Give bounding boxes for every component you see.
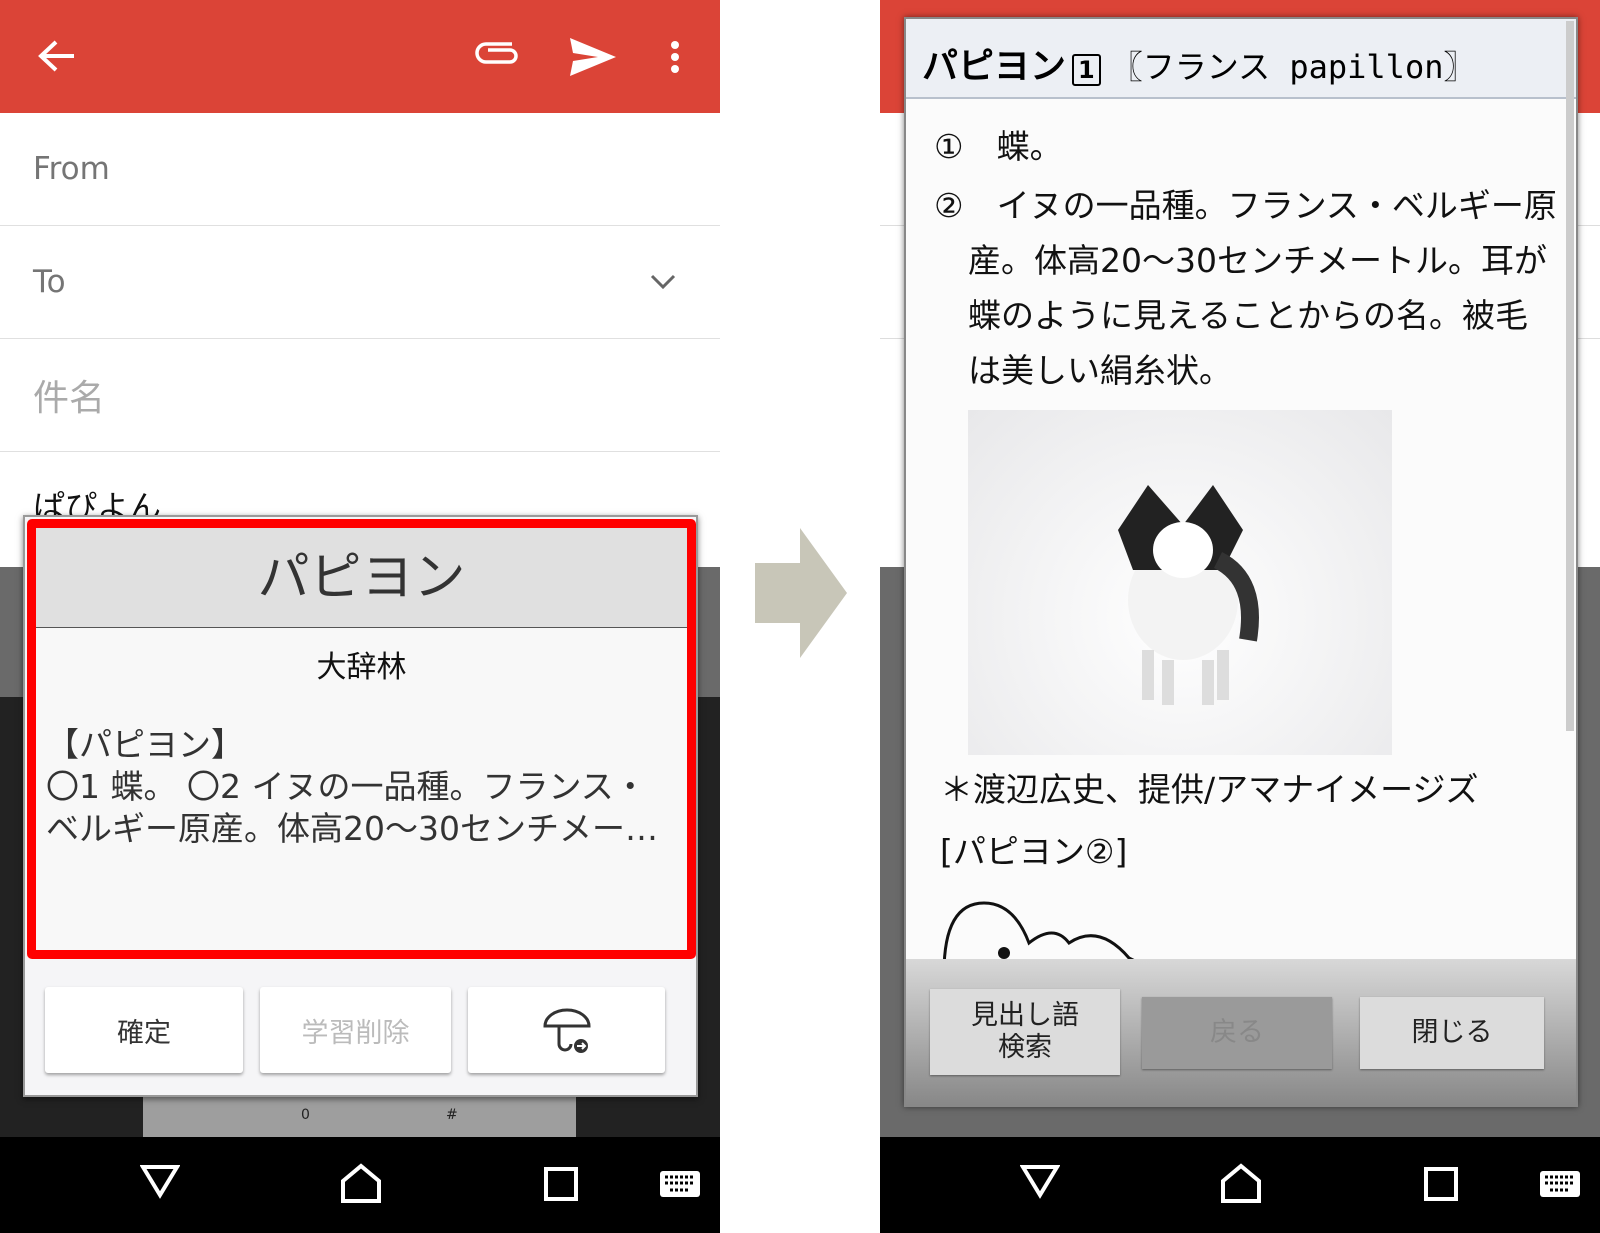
home-icon[interactable] — [1220, 1163, 1262, 1203]
subject-field[interactable]: 件名 — [0, 339, 720, 452]
delete-learning-button[interactable]: 学習削除 — [260, 987, 451, 1073]
illustration-caption: [パピヨン②] — [940, 832, 1128, 871]
dialog-footer: 見出し語検索 戻る 閉じる — [906, 959, 1576, 1105]
app-bar — [0, 0, 720, 113]
to-label: To — [33, 264, 66, 300]
dog-photo — [968, 410, 1392, 755]
definition: ① 蝶。 ② イヌの一品種。フランス・ベルギー原産。体高20〜30センチメートル… — [906, 119, 1576, 989]
dictionary-dialog: パピヨン 1 〖フランス papillon〗 ① 蝶。 ② イヌの一品種。フランス・… — [904, 17, 1578, 1107]
keyboard-bottom-row: 0 # — [143, 1097, 576, 1137]
homograph-number: 1 — [1072, 54, 1101, 86]
confirm-button[interactable]: 確定 — [45, 987, 243, 1073]
keyboard-icon[interactable] — [660, 1171, 700, 1197]
back-triangle-icon[interactable] — [140, 1163, 180, 1199]
popup-headword: 【パピヨン】 — [46, 725, 244, 764]
to-field[interactable]: To — [0, 226, 720, 339]
home-icon[interactable] — [340, 1163, 382, 1203]
back-button[interactable]: 戻る — [1142, 997, 1332, 1069]
mail-compose-screen: From To 件名 ぱぴよん 0 # パピヨン 大辞林 【パピヨン】 〇1 蝶… — [0, 0, 720, 1233]
dictionary-button[interactable] — [468, 987, 665, 1073]
popup-snippet: 〇1 蝶。 〇2 イヌの一品種。フランス・ベルギー原産。体高20〜30センチメー… — [46, 767, 658, 848]
chevron-down-icon[interactable] — [650, 274, 676, 290]
subject-placeholder: 件名 — [33, 378, 106, 419]
etymology: 〖フランス papillon〗 — [1110, 48, 1476, 86]
headword-search-label: 見出し語検索 — [971, 1000, 1079, 1063]
paperclip-icon[interactable] — [474, 42, 518, 70]
key-0[interactable]: 0 — [301, 1107, 310, 1123]
recents-icon[interactable] — [544, 1167, 578, 1201]
nav-bar — [880, 1137, 1600, 1233]
more-vert-icon[interactable] — [670, 40, 680, 74]
dictionary-screen: パピヨン 1 〖フランス papillon〗 ① 蝶。 ② イヌの一品種。フランス・… — [880, 0, 1600, 1233]
popup-title: パピヨン — [36, 528, 687, 628]
arrow-back-icon[interactable] — [36, 38, 76, 74]
papillon-dog-image — [1118, 485, 1259, 705]
sense2-mark: ② — [934, 186, 964, 225]
photo-credit: ＊渡辺広史、提供/アマナイメージズ — [940, 770, 1479, 809]
recents-icon[interactable] — [1424, 1167, 1458, 1201]
sense2: イヌの一品種。フランス・ベルギー原産。体高20〜30センチメートル。耳が蝶のよう… — [968, 186, 1557, 390]
keyboard-icon[interactable] — [1540, 1171, 1580, 1197]
sense1: 蝶。 — [996, 127, 1063, 166]
headword-search-button[interactable]: 見出し語検索 — [930, 989, 1120, 1075]
dictionary-popup: パピヨン 大辞林 【パピヨン】 〇1 蝶。 〇2 イヌの一品種。フランス・ベルギ… — [23, 515, 698, 1097]
sense1-mark: ① — [934, 127, 964, 166]
mushroom-dictionary-icon — [542, 1008, 591, 1053]
dictionary-source: 大辞林 — [316, 650, 407, 685]
arrow-right-icon — [755, 528, 847, 658]
from-label: From — [33, 151, 110, 187]
back-triangle-icon[interactable] — [1020, 1163, 1060, 1199]
send-icon[interactable] — [570, 38, 616, 76]
close-button[interactable]: 閉じる — [1360, 997, 1544, 1069]
highlight-box: パピヨン 大辞林 【パピヨン】 〇1 蝶。 〇2 イヌの一品種。フランス・ベルギ… — [27, 519, 696, 959]
dialog-header: パピヨン 1 〖フランス papillon〗 — [906, 19, 1576, 99]
key-hash[interactable]: # — [446, 1107, 458, 1123]
nav-bar — [0, 1137, 720, 1233]
scrollbar[interactable] — [1566, 21, 1574, 731]
from-field[interactable]: From — [0, 113, 720, 226]
headword: パピヨン — [922, 46, 1067, 87]
